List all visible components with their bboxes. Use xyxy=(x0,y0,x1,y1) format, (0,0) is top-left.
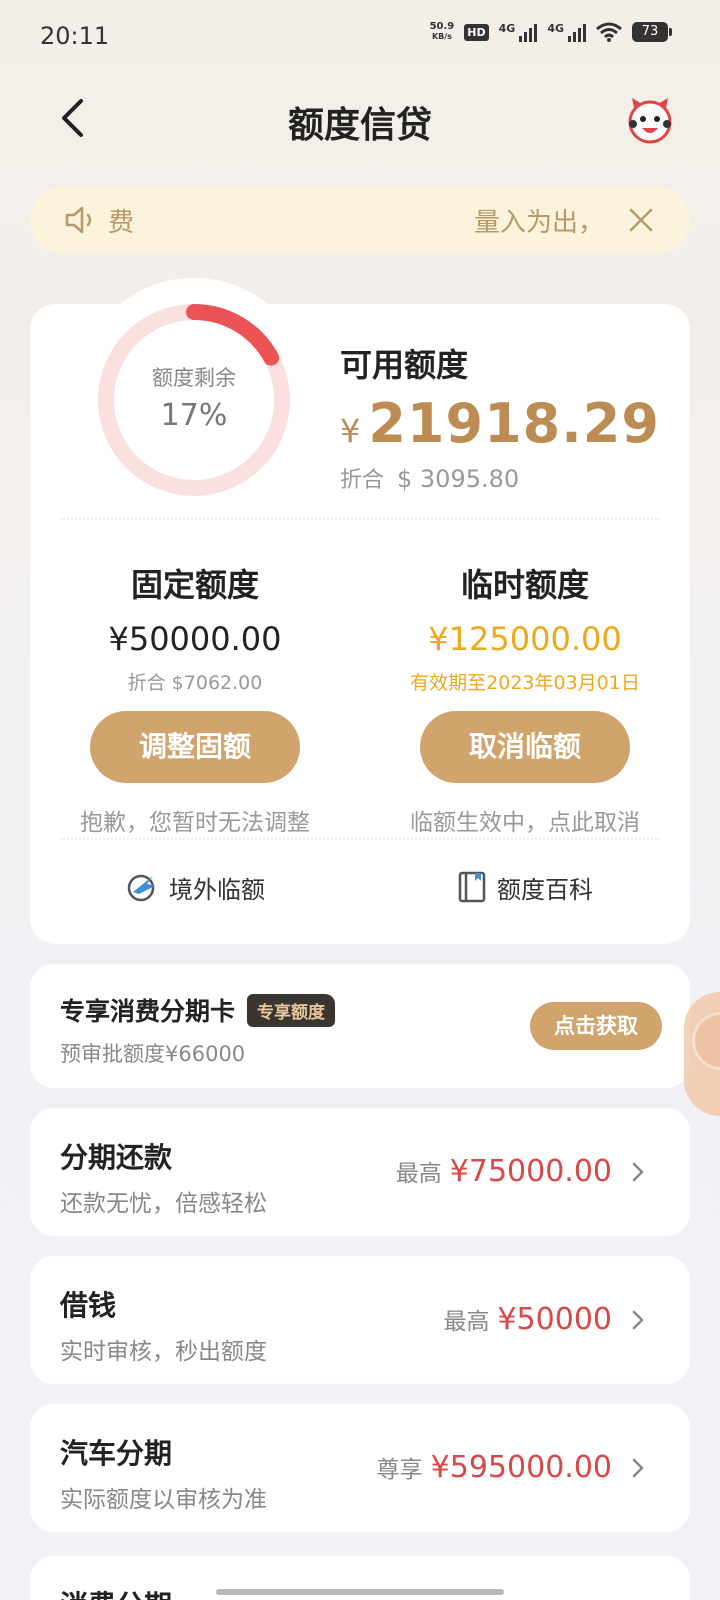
network-speed-unit: KB/s xyxy=(431,32,452,41)
ring-value: 17% xyxy=(160,398,228,433)
overseas-temp-quota-link[interactable]: 境外临额 xyxy=(30,862,360,912)
fixed-quota: 固定额度 ¥50000.00 折合 $7062.00 调整固额 抱歉，您暂时无法… xyxy=(45,560,345,837)
network-speed: 50.9 KB/s xyxy=(430,22,455,42)
converted-amount: $ 3095.80 xyxy=(397,465,520,493)
available-amount: ¥ 21918.29 xyxy=(340,392,660,455)
special-quota-tag: 专享额度 xyxy=(247,993,336,1027)
book-icon xyxy=(458,871,486,903)
converted-label: 折合 xyxy=(340,468,385,493)
chevron-right-icon xyxy=(632,1162,644,1182)
product-subtitle: 实际额度以审核为准 xyxy=(60,1487,267,1513)
speaker-icon xyxy=(65,206,92,234)
product-limit-amount: ¥595000.00 xyxy=(430,1450,612,1485)
product-title: 借钱 xyxy=(60,1289,117,1322)
temp-quota-amount: ¥125000.00 xyxy=(428,620,622,658)
status-icons: 50.9 KB/s HD 4G 4G 73 xyxy=(430,22,672,42)
fixed-quota-hint: 抱歉，您暂时无法调整 xyxy=(80,810,310,836)
wiki-link-label: 额度百科 xyxy=(497,875,593,904)
temp-quota-hint[interactable]: 临额生效中，点此取消 xyxy=(375,803,675,837)
currency-symbol: ¥ xyxy=(340,412,361,450)
ring-arc xyxy=(186,304,280,366)
product-subtitle: 实时审核，秒出额度 xyxy=(60,1339,267,1365)
sim1-label: 4G xyxy=(498,22,516,35)
network-speed-value: 50.9 xyxy=(429,21,455,32)
product-limit: 尊享 ¥595000.00 xyxy=(377,1450,612,1485)
divider xyxy=(60,518,660,520)
plane-globe-icon xyxy=(127,874,155,902)
product-subtitle: 还款无忧，倍感轻松 xyxy=(60,1191,267,1217)
page-title: 额度信贷 xyxy=(287,105,432,146)
special-card-subtitle: 预审批额度¥66000 xyxy=(60,1042,246,1066)
temp-quota-title: 临时额度 xyxy=(460,566,589,604)
adjust-fixed-quota-button[interactable]: 调整固额 xyxy=(90,711,300,783)
floating-promo-badge[interactable] xyxy=(684,992,720,1116)
available-title: 可用额度 xyxy=(340,346,469,384)
special-card-title: 专享消费分期卡 专享额度 xyxy=(60,992,336,1028)
status-time: 20:11 xyxy=(40,22,110,50)
available-amount-value: 21918.29 xyxy=(368,392,660,455)
special-card-title-text: 专享消费分期卡 xyxy=(60,997,236,1026)
chevron-right-icon xyxy=(632,1458,644,1478)
mascot-assistant-icon[interactable] xyxy=(624,94,676,146)
product-limit-prefix: 最高 xyxy=(395,1161,442,1187)
product-card-auto-installment[interactable]: 汽车分期 实际额度以审核为准 尊享 ¥595000.00 xyxy=(30,1404,690,1532)
overseas-link-label: 境外临额 xyxy=(169,875,265,904)
notice-text-right: 量入为出， xyxy=(473,207,604,238)
signal-icon-2: 4G xyxy=(547,22,586,42)
wifi-icon xyxy=(596,22,622,42)
product-limit-amount: ¥50000 xyxy=(497,1302,612,1337)
ring-label: 额度剩余 xyxy=(152,366,236,390)
quota-wiki-link[interactable]: 额度百科 xyxy=(360,862,690,912)
fixed-quota-title: 固定额度 xyxy=(130,566,259,604)
product-limit-prefix: 最高 xyxy=(443,1309,490,1335)
quick-links: 境外临额 额度百科 xyxy=(30,862,690,912)
product-card-borrow[interactable]: 借钱 实时审核，秒出额度 最高 ¥50000 xyxy=(30,1256,690,1384)
product-limit-prefix: 尊享 xyxy=(376,1457,423,1483)
cancel-temp-quota-button[interactable]: 取消临额 xyxy=(420,711,630,783)
status-bar: 20:11 50.9 KB/s HD 4G 4G 73 xyxy=(0,0,720,76)
get-now-button[interactable]: 点击获取 xyxy=(530,1002,662,1050)
signal-icon: 4G xyxy=(499,22,538,42)
product-limit-amount: ¥75000.00 xyxy=(449,1154,612,1189)
close-icon[interactable] xyxy=(626,205,656,235)
fixed-quota-amount: ¥50000.00 xyxy=(108,620,282,658)
product-limit: 最高 ¥50000 xyxy=(443,1302,612,1337)
sim2-label: 4G xyxy=(547,22,564,35)
product-title: 汽车分期 xyxy=(60,1437,173,1470)
remaining-ring: 额度剩余 17% xyxy=(96,302,292,498)
battery-icon: 73 xyxy=(632,22,672,42)
temp-quota: 临时额度 ¥125000.00 有效期至2023年03月01日 取消临额 临额生… xyxy=(375,560,675,837)
notice-text-left: 费 xyxy=(108,207,135,238)
available-converted: 折合 $ 3095.80 xyxy=(340,462,519,494)
divider xyxy=(60,838,660,840)
product-limit: 最高 ¥75000.00 xyxy=(396,1154,612,1189)
product-title: 消费分期 xyxy=(60,1584,172,1600)
home-indicator xyxy=(216,1589,504,1595)
header: 额度信贷 xyxy=(0,86,720,152)
product-title: 分期还款 xyxy=(60,1141,173,1174)
product-card-installment-repay[interactable]: 分期还款 还款无忧，倍感轻松 最高 ¥75000.00 xyxy=(30,1108,690,1236)
hd-icon: HD xyxy=(464,23,489,41)
chevron-right-icon xyxy=(632,1310,644,1330)
fixed-quota-converted: 折合 $7062.00 xyxy=(127,672,263,694)
special-installment-card[interactable]: 专享消费分期卡 专享额度 预审批额度¥66000 点击获取 xyxy=(30,964,690,1088)
notice-bar[interactable]: 费 量入为出， xyxy=(30,186,690,254)
temp-quota-validity: 有效期至2023年03月01日 xyxy=(410,672,640,694)
